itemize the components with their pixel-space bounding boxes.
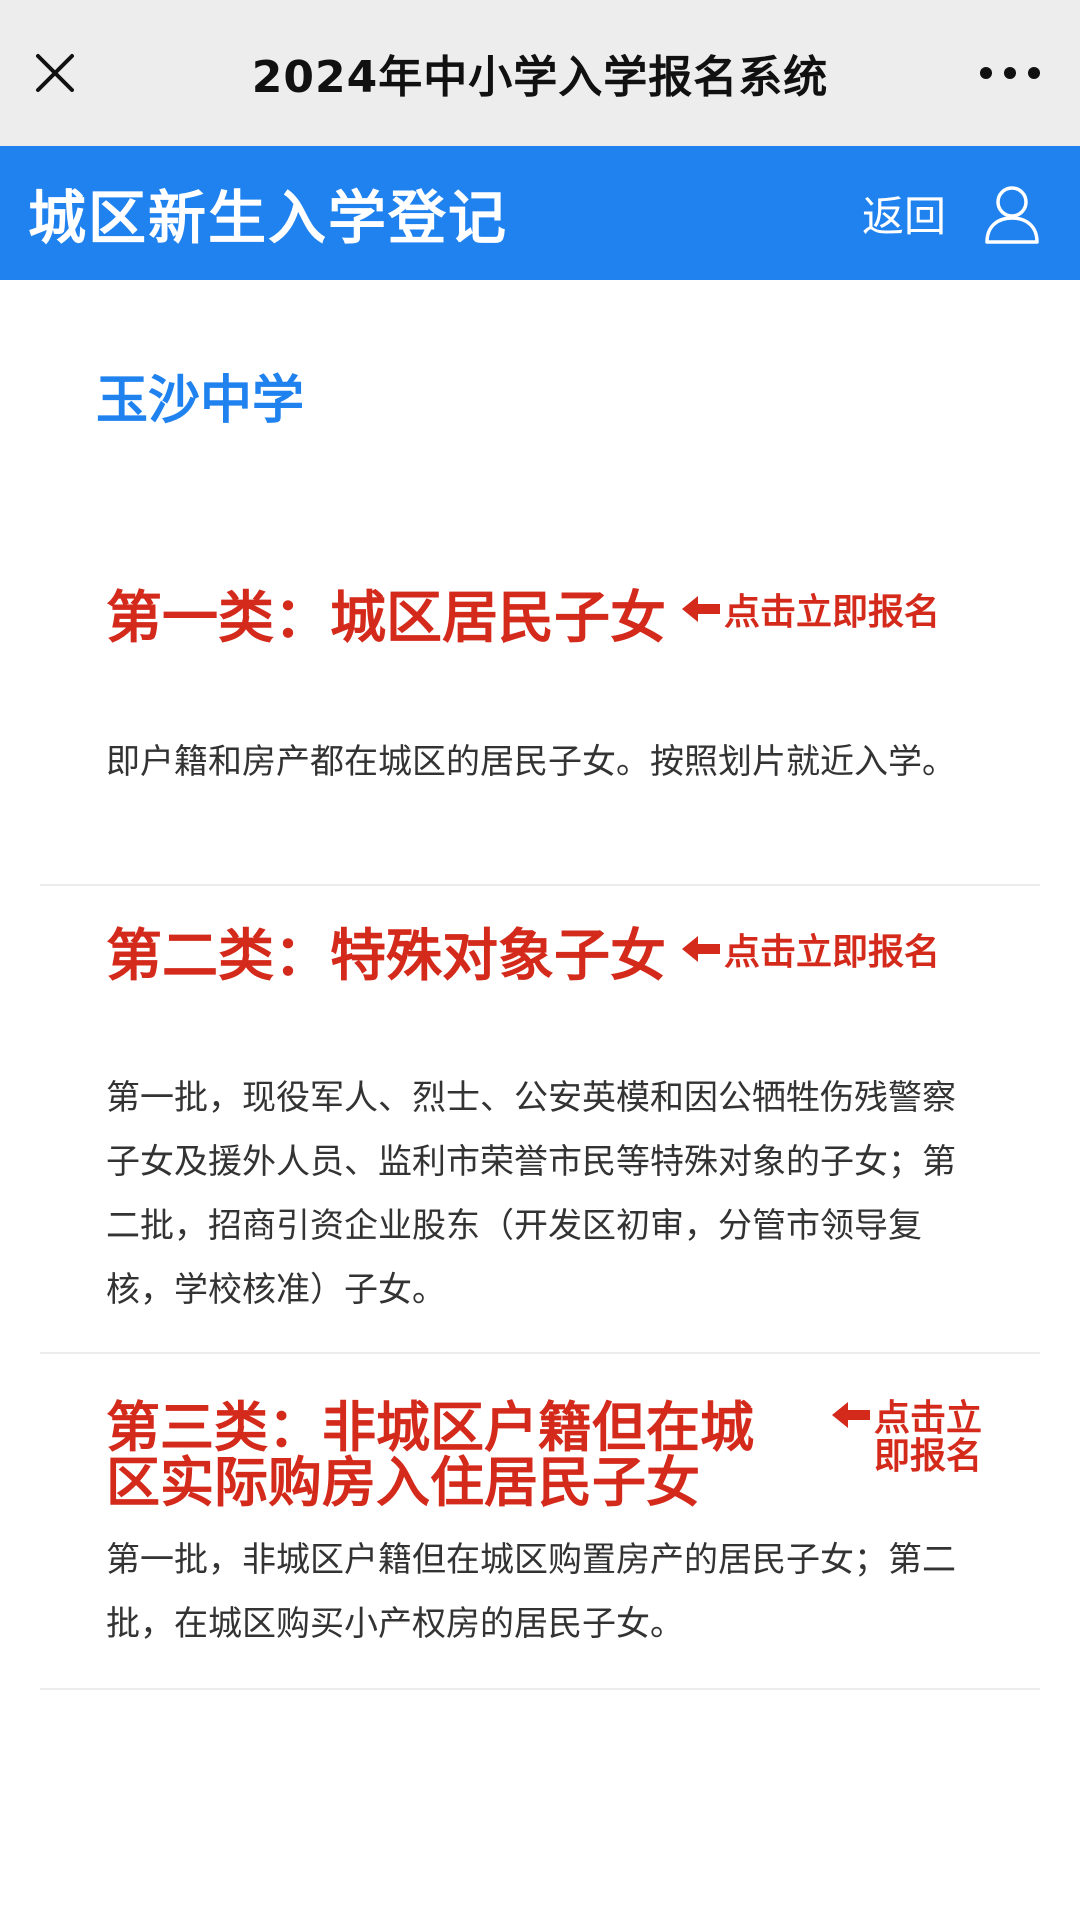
page-title: 2024年中小学入学报名系统: [251, 52, 829, 103]
app-header: 城区新生入学登记 返回: [0, 146, 1080, 280]
register-link-label: 点击立即报名: [874, 1398, 983, 1477]
wechat-title-bar: 2024年中小学入学报名系统: [0, 0, 1080, 146]
category-section: 第一类：城区居民子女 点击立即报名 即户籍和房产都在城区的居民子女。按照划片就近…: [40, 580, 1040, 886]
category-description: 即户籍和房产都在城区的居民子女。按照划片就近入学。: [106, 742, 956, 782]
category-description: 第一批，非城区户籍但在城区购置房产的居民子女；第二批，在城区购买小产权房的居民子…: [106, 1540, 956, 1644]
category-section: 第三类：非城区户籍但在城区实际购房入住居民子女 点击立即报名 第一批，非城区户籍…: [40, 1388, 1040, 1690]
user-icon[interactable]: [984, 184, 1040, 244]
category-section: 第二类：特殊对象子女 点击立即报名 第一批，现役军人、烈士、公安英模和因公牺牲伤…: [40, 916, 1040, 1354]
arrow-left-icon: [832, 1400, 870, 1438]
register-link[interactable]: 点击立即报名: [832, 1400, 992, 1476]
arrow-left-icon: [682, 934, 720, 972]
register-link-label: 点击立即报名: [724, 592, 941, 633]
register-link[interactable]: 点击立即报名: [682, 594, 940, 632]
register-link[interactable]: 点击立即报名: [682, 934, 940, 972]
close-icon[interactable]: [30, 48, 80, 98]
school-name: 玉沙中学: [96, 371, 305, 431]
category-description: 第一批，现役军人、烈士、公安英模和因公牺牲伤残警察子女及援外人员、监利市荣誉市民…: [106, 1078, 956, 1310]
category-title[interactable]: 第三类：非城区户籍但在城区实际购房入住居民子女: [106, 1400, 786, 1510]
back-button[interactable]: 返回: [862, 183, 946, 244]
header-title: 城区新生入学登记: [28, 184, 509, 252]
arrow-left-icon: [682, 594, 720, 632]
category-title[interactable]: 第二类：特殊对象子女: [106, 928, 666, 985]
more-dots-icon[interactable]: [980, 63, 1040, 83]
category-title[interactable]: 第一类：城区居民子女: [106, 590, 666, 647]
register-link-label: 点击立即报名: [724, 932, 941, 973]
